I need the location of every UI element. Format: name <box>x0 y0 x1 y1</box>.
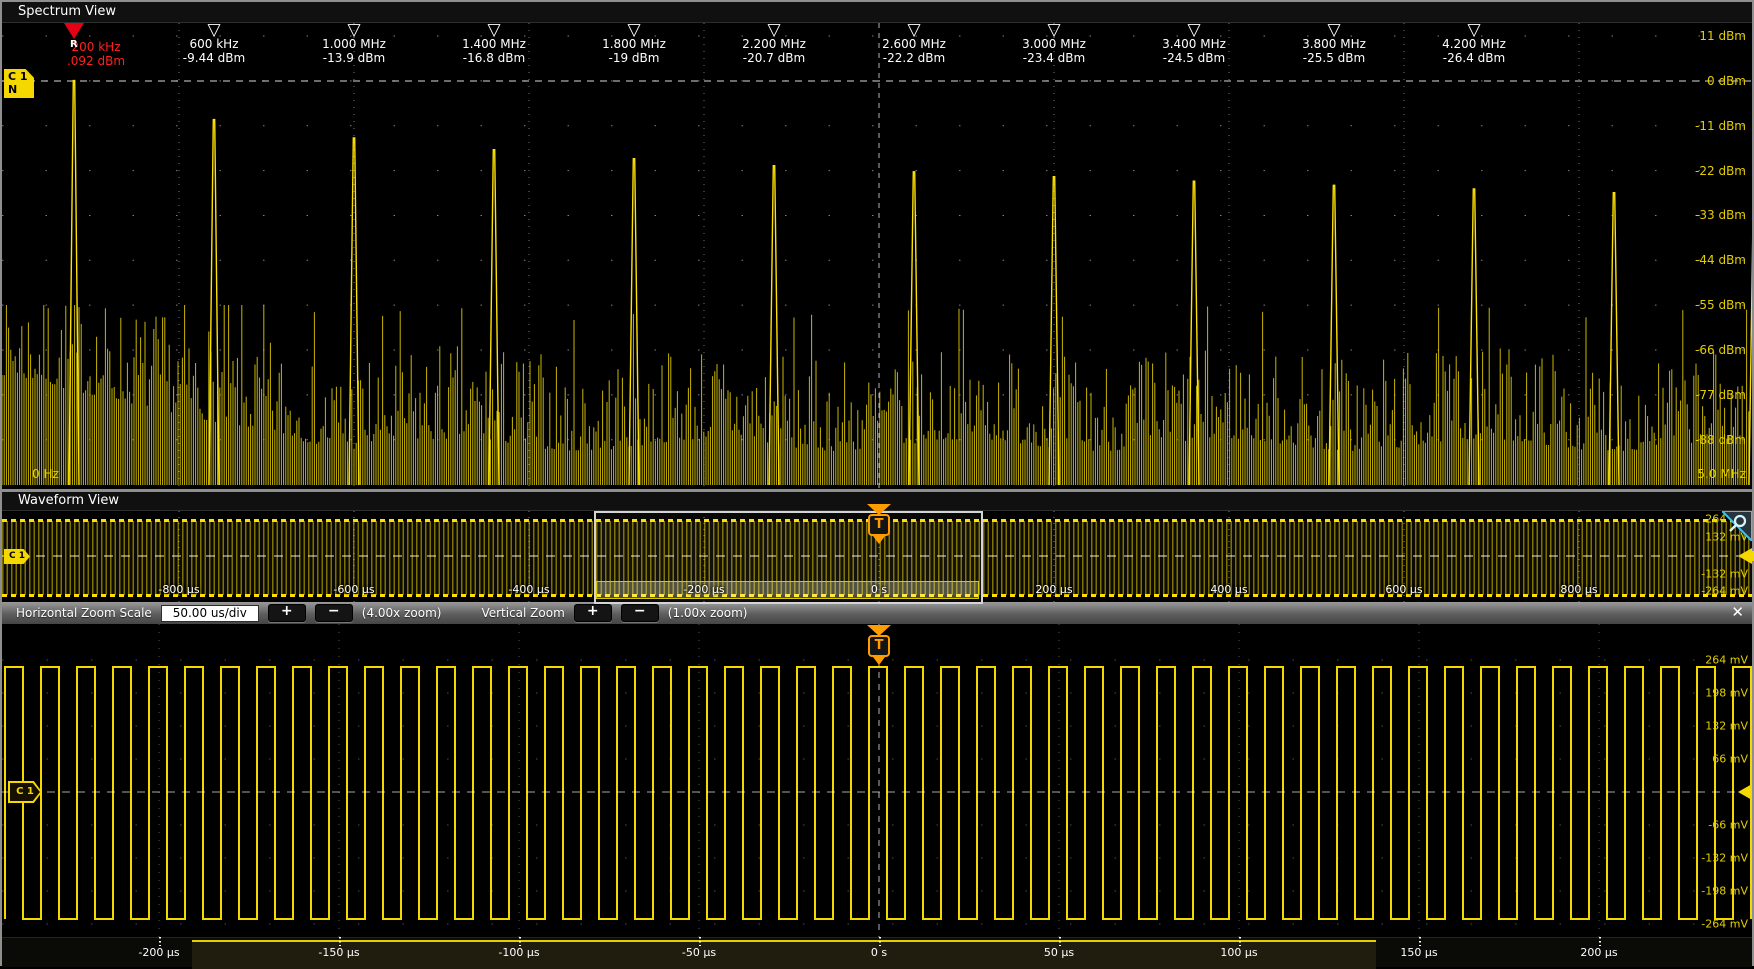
overview-time-label: 0 s <box>871 583 887 596</box>
trigger-tail-icon <box>873 536 885 544</box>
spectrum-view-title: Spectrum View <box>18 4 116 19</box>
spectrum-dbm-label: -55 dBm <box>1695 298 1746 312</box>
marker-triangle-icon[interactable]: ▽ <box>154 23 274 37</box>
time-axis-tick <box>339 937 341 946</box>
horizontal-zoom-plus-button[interactable]: + <box>268 604 306 622</box>
zoomed-channel-label: C 1 <box>10 783 40 801</box>
overview-time-label: -600 µs <box>333 583 374 596</box>
zoom-region-band[interactable] <box>596 581 979 599</box>
spectrum-channel-mode: N <box>8 83 34 96</box>
zoomed-time-label: 0 s <box>871 946 887 959</box>
zoomed-time-label: -100 µs <box>498 946 539 959</box>
spectrum-dbm-label: -33 dBm <box>1695 208 1746 222</box>
overview-trigger-flag[interactable]: T <box>866 504 892 544</box>
spectrum-channel-badge[interactable]: C 1 N <box>4 69 34 98</box>
horizontal-zoom-minus-button[interactable]: − <box>315 604 353 622</box>
marker-triangle-icon[interactable]: ▽ <box>574 23 694 37</box>
zoomed-voltage-label: 132 mV <box>1705 720 1748 733</box>
oscilloscope-app: Spectrum View R200 kHz.092 dBm▽600 kHz-9… <box>0 0 1754 966</box>
zoomed-time-axis-bar: -200 µs -150 µs -100 µs -50 µs 0 s 50 µs 100 µ… <box>2 937 1752 967</box>
zoomed-waveform-plot: T C 1 264 mV 198 mV 132 mV 66 mV -66 mV -132 … <box>2 624 1752 937</box>
magnifier-zoom-icon[interactable] <box>1722 511 1752 541</box>
zoomed-voltage-label: -66 mV <box>1708 819 1748 832</box>
zoomed-trigger-flag[interactable]: T <box>866 625 892 665</box>
time-axis-tick <box>519 937 521 946</box>
marker-triangle-icon[interactable]: ▽ <box>434 23 554 37</box>
overview-time-label: -200 µs <box>683 583 724 596</box>
zoom-controls-bar: Horizontal Zoom Scale + − (4.00x zoom) V… <box>2 602 1752 624</box>
spectrum-dbm-label: -44 dBm <box>1695 253 1746 267</box>
waveform-overview: -800 µs -600 µs -400 µs -200 µs 0 s 200 µs 400… <box>2 511 1752 602</box>
marker-triangle-icon[interactable]: ▽ <box>854 23 974 37</box>
zoomed-channel-reference-arrow[interactable] <box>1738 784 1752 800</box>
spectrum-dbm-label: -22 dBm <box>1695 164 1746 178</box>
marker-triangle-icon[interactable]: ▽ <box>994 23 1114 37</box>
spectrum-dbm-label: 0 dBm <box>1707 74 1746 88</box>
vertical-zoom-plus-button[interactable]: + <box>574 604 612 622</box>
zoomed-time-label: 150 µs <box>1400 946 1437 959</box>
trigger-t-icon: T <box>868 514 890 536</box>
zoomed-voltage-label: 264 mV <box>1705 654 1748 667</box>
close-zoom-button[interactable]: ✕ <box>1731 603 1744 621</box>
zoomed-time-label: 50 µs <box>1044 946 1074 959</box>
overview-voltage-label: -264 mV <box>1701 585 1748 598</box>
overview-time-label: 200 µs <box>1035 583 1072 596</box>
horizontal-zoom-scale-label: Horizontal Zoom Scale <box>16 606 152 620</box>
spectrum-view-titlebar: Spectrum View <box>2 2 1752 23</box>
zoomed-voltage-label: 66 mV <box>1712 753 1748 766</box>
spectrum-dbm-label: -66 dBm <box>1695 343 1746 357</box>
overview-voltage-label: -132 mV <box>1701 568 1748 581</box>
zoomed-time-label: 100 µs <box>1220 946 1257 959</box>
zoomed-time-label: -50 µs <box>682 946 716 959</box>
time-axis-tick <box>1059 937 1061 946</box>
overview-time-label: 600 µs <box>1385 583 1422 596</box>
zoomed-voltage-label: 198 mV <box>1705 687 1748 700</box>
time-axis-tick <box>1599 937 1601 946</box>
marker-triangle-icon[interactable]: ▽ <box>714 23 834 37</box>
marker-triangle-icon[interactable]: ▽ <box>1274 23 1394 37</box>
zoomed-voltage-label: -198 mV <box>1701 885 1748 898</box>
zoomed-voltage-label: -264 mV <box>1701 918 1748 931</box>
overview-channel-reference-arrow[interactable] <box>1738 548 1752 564</box>
marker-triangle-icon[interactable]: ▽ <box>1414 23 1534 37</box>
vertical-zoom-readout: (1.00x zoom) <box>668 606 748 620</box>
spectrum-plot: R200 kHz.092 dBm▽600 kHz-9.44 dBm▽1.000 … <box>2 23 1752 489</box>
spectrum-dbm-label: 11 dBm <box>1699 29 1746 43</box>
overview-time-label: -800 µs <box>158 583 199 596</box>
spectrum-stop-freq-label: 5.0 MHz <box>1697 467 1746 481</box>
zoomed-time-label: 200 µs <box>1580 946 1617 959</box>
trigger-t-icon: T <box>868 635 890 657</box>
waveform-view-title: Waveform View <box>18 493 119 508</box>
zoomed-waveform-svg <box>2 624 1752 937</box>
spectrum-dbm-label: -77 dBm <box>1695 388 1746 402</box>
time-axis-tick <box>1419 937 1421 946</box>
zoomed-time-label: -150 µs <box>318 946 359 959</box>
acquisition-record-band[interactable] <box>192 940 1376 969</box>
marker-triangle-icon[interactable]: ▽ <box>1134 23 1254 37</box>
spectrum-dbm-label: -11 dBm <box>1695 119 1746 133</box>
zoomed-time-label: -200 µs <box>138 946 179 959</box>
horizontal-zoom-scale-input[interactable] <box>161 605 259 622</box>
trigger-tail-icon <box>873 657 885 665</box>
vertical-zoom-label: Vertical Zoom <box>481 606 564 620</box>
time-axis-tick <box>1239 937 1241 946</box>
spectrum-trace-svg <box>2 23 1752 489</box>
time-axis-tick <box>159 937 161 946</box>
spectrum-dbm-label: -88 dBm <box>1695 433 1746 447</box>
overview-time-label: -400 µs <box>508 583 549 596</box>
zoomed-voltage-label: -132 mV <box>1701 852 1748 865</box>
time-axis-tick <box>699 937 701 946</box>
marker-triangle-icon[interactable]: ▽ <box>294 23 414 37</box>
overview-time-label: 400 µs <box>1210 583 1247 596</box>
spectrum-start-freq-label: 0 Hz <box>32 467 59 481</box>
time-axis-tick <box>879 937 881 946</box>
vertical-zoom-minus-button[interactable]: − <box>621 604 659 622</box>
horizontal-zoom-readout: (4.00x zoom) <box>362 606 442 620</box>
overview-time-label: 800 µs <box>1560 583 1597 596</box>
